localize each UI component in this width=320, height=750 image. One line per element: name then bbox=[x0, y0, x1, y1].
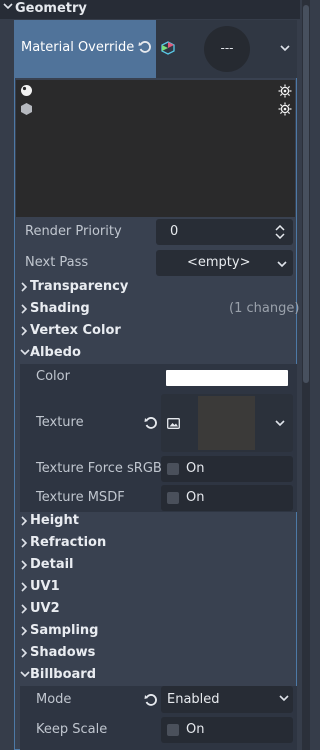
section-label: Shadows bbox=[30, 645, 96, 660]
checkbox-label: On bbox=[186, 461, 205, 476]
revert-icon[interactable] bbox=[138, 40, 152, 54]
chevron-right-icon bbox=[21, 604, 28, 614]
checkbox-icon bbox=[167, 724, 179, 736]
box-preview-icon[interactable] bbox=[20, 102, 33, 116]
render-priority-value: 0 bbox=[170, 224, 179, 239]
material-override-empty-value: --- bbox=[220, 41, 234, 55]
texture-msdf-checkbox[interactable]: On bbox=[161, 485, 293, 511]
material-preview bbox=[16, 80, 295, 217]
chevron-down-icon[interactable] bbox=[275, 419, 285, 427]
section-label: UV2 bbox=[30, 601, 60, 616]
billboard-mode-value: Enabled bbox=[167, 692, 220, 707]
section-label: Height bbox=[30, 513, 79, 528]
checkbox-label: On bbox=[186, 490, 205, 505]
section-label: Vertex Color bbox=[30, 323, 121, 338]
section-label: Transparency bbox=[30, 279, 129, 294]
image-icon bbox=[167, 418, 180, 429]
section-label: Billboard bbox=[30, 667, 97, 682]
keep-scale-checkbox[interactable]: On bbox=[161, 717, 293, 743]
light-2-icon[interactable] bbox=[278, 102, 292, 116]
sphere-preview-icon[interactable] bbox=[20, 84, 33, 97]
chevron-right-icon bbox=[21, 282, 28, 292]
scrollbar-thumb[interactable] bbox=[303, 5, 309, 383]
chevron-down-icon bbox=[277, 261, 287, 268]
render-priority-label: Render Priority bbox=[25, 224, 122, 239]
albedo-color-picker[interactable] bbox=[166, 370, 288, 386]
chevron-right-icon bbox=[21, 326, 28, 336]
chevron-down-icon[interactable] bbox=[280, 44, 290, 52]
render-priority-spinbox[interactable]: 0 bbox=[156, 219, 293, 245]
revert-icon[interactable] bbox=[144, 416, 158, 430]
shading-change-count: (1 change) bbox=[229, 301, 300, 316]
texture-force-srgb-checkbox[interactable]: On bbox=[161, 456, 293, 482]
material-override-label: Material Override bbox=[21, 40, 135, 55]
texture-force-srgb-label: Texture Force sRGB bbox=[36, 461, 162, 476]
texture-msdf-label: Texture MSDF bbox=[36, 490, 125, 505]
billboard-mode-label: Mode bbox=[36, 692, 72, 707]
chevron-down-icon bbox=[3, 3, 13, 10]
albedo-color-label: Color bbox=[36, 369, 70, 384]
chevron-right-icon bbox=[21, 582, 28, 592]
geometry-title: Geometry bbox=[15, 1, 87, 16]
albedo-texture-label: Texture bbox=[36, 415, 84, 430]
section-label: Albedo bbox=[30, 345, 81, 360]
chevron-down-icon bbox=[279, 695, 289, 702]
chevron-right-icon bbox=[21, 538, 28, 548]
chevron-right-icon bbox=[21, 626, 28, 636]
section-label: Shading bbox=[30, 301, 90, 316]
next-pass-value: <empty> bbox=[187, 255, 251, 270]
chevron-down-icon bbox=[20, 671, 30, 678]
chevron-right-icon bbox=[21, 560, 28, 570]
checkbox-icon bbox=[167, 492, 179, 504]
material-icon bbox=[161, 41, 175, 55]
section-label: Refraction bbox=[30, 535, 107, 550]
section-label: Sampling bbox=[30, 623, 99, 638]
updown-arrows-icon[interactable] bbox=[275, 225, 285, 239]
next-pass-label: Next Pass bbox=[25, 255, 89, 270]
chevron-down-icon bbox=[20, 349, 30, 356]
keep-scale-label: Keep Scale bbox=[36, 722, 108, 737]
chevron-right-icon bbox=[21, 648, 28, 658]
geometry-section-header[interactable]: Geometry bbox=[0, 0, 300, 19]
checkbox-icon bbox=[167, 463, 179, 475]
section-label: Detail bbox=[30, 557, 74, 572]
section-label: UV1 bbox=[30, 579, 60, 594]
revert-icon[interactable] bbox=[144, 693, 158, 707]
checkbox-label: On bbox=[186, 722, 205, 737]
texture-preview-thumbnail[interactable] bbox=[198, 396, 255, 450]
light-1-icon[interactable] bbox=[278, 84, 292, 98]
chevron-right-icon bbox=[21, 304, 28, 314]
next-pass-dropdown[interactable]: <empty> bbox=[156, 250, 293, 276]
chevron-right-icon bbox=[21, 516, 28, 526]
